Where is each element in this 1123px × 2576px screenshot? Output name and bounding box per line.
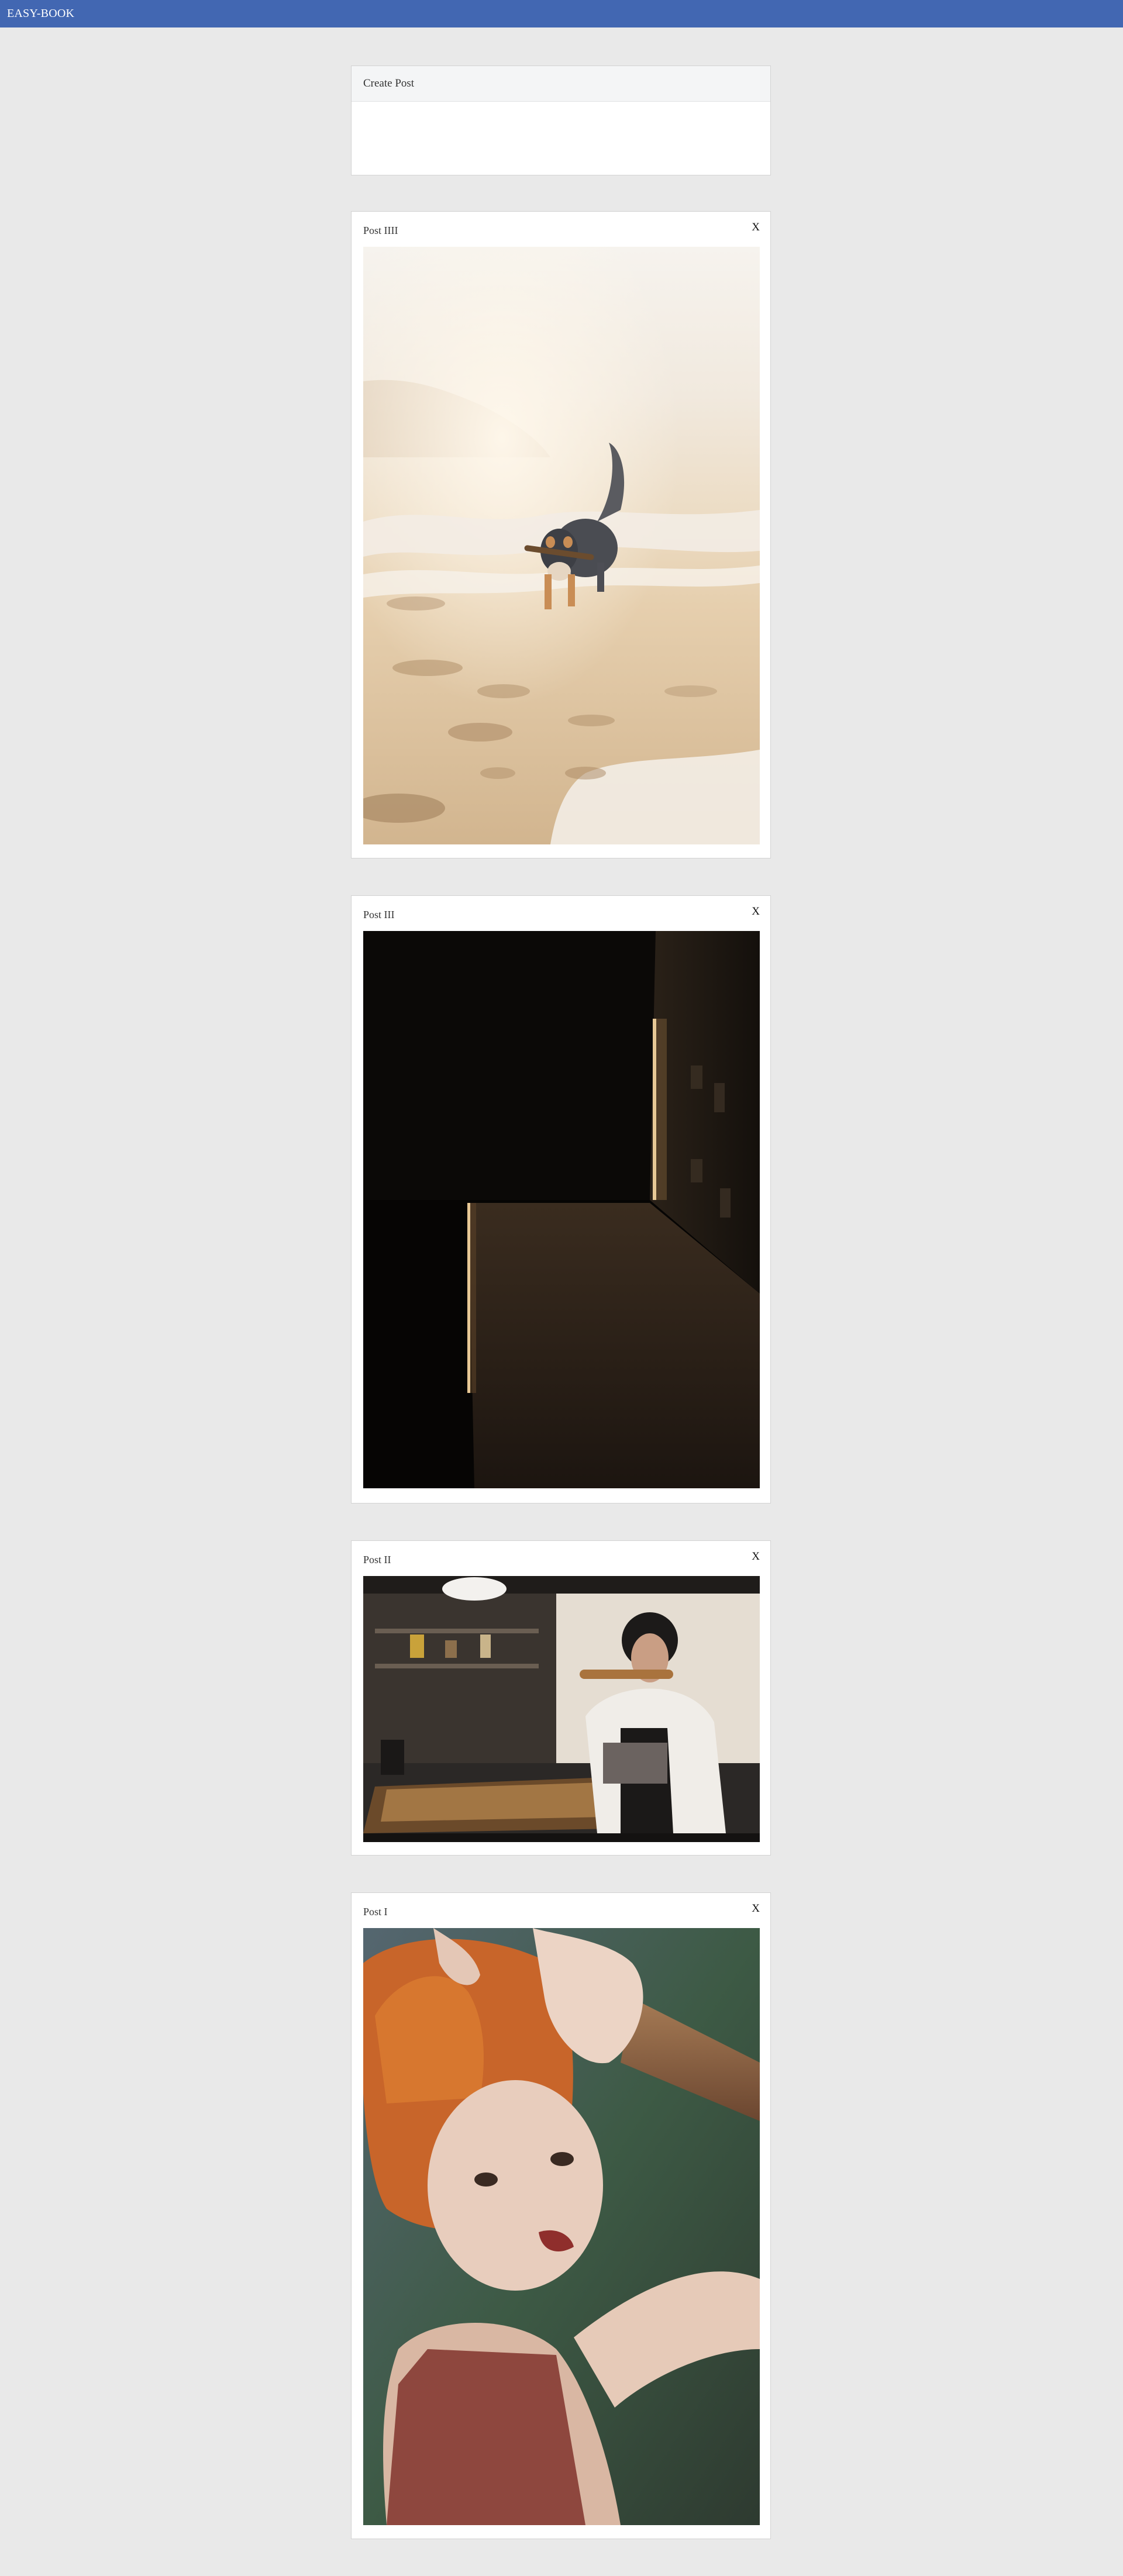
- post-image-dark-room-light-beam: [363, 931, 760, 1488]
- close-post-button[interactable]: X: [752, 222, 760, 233]
- create-post-title: Create Post: [363, 77, 415, 89]
- post-card: Post I X: [351, 1892, 771, 2539]
- post-title: Post II: [363, 1554, 391, 1565]
- post-image-red-haired-woman-portrait: [363, 1928, 760, 2525]
- post-card: Post II X: [351, 1540, 771, 1856]
- post-image-craftsman-workshop: [363, 1576, 760, 1842]
- post-title: Post III: [363, 909, 395, 920]
- post-card: Post IIII X: [351, 211, 771, 858]
- post-title: Post I: [363, 1906, 388, 1918]
- create-post-header: Create Post: [352, 66, 770, 102]
- create-post-body[interactable]: [352, 102, 770, 175]
- post-card: Post III X: [351, 895, 771, 1503]
- top-navigation-bar: EASY-BOOK: [0, 0, 1123, 27]
- close-post-button[interactable]: X: [752, 906, 760, 918]
- post-image-dog-on-beach: [363, 247, 760, 844]
- app-brand-logo[interactable]: EASY-BOOK: [7, 7, 74, 20]
- post-title: Post IIII: [363, 225, 398, 236]
- create-post-card: Create Post: [351, 65, 771, 175]
- close-post-button[interactable]: X: [752, 1903, 760, 1915]
- close-post-button[interactable]: X: [752, 1551, 760, 1563]
